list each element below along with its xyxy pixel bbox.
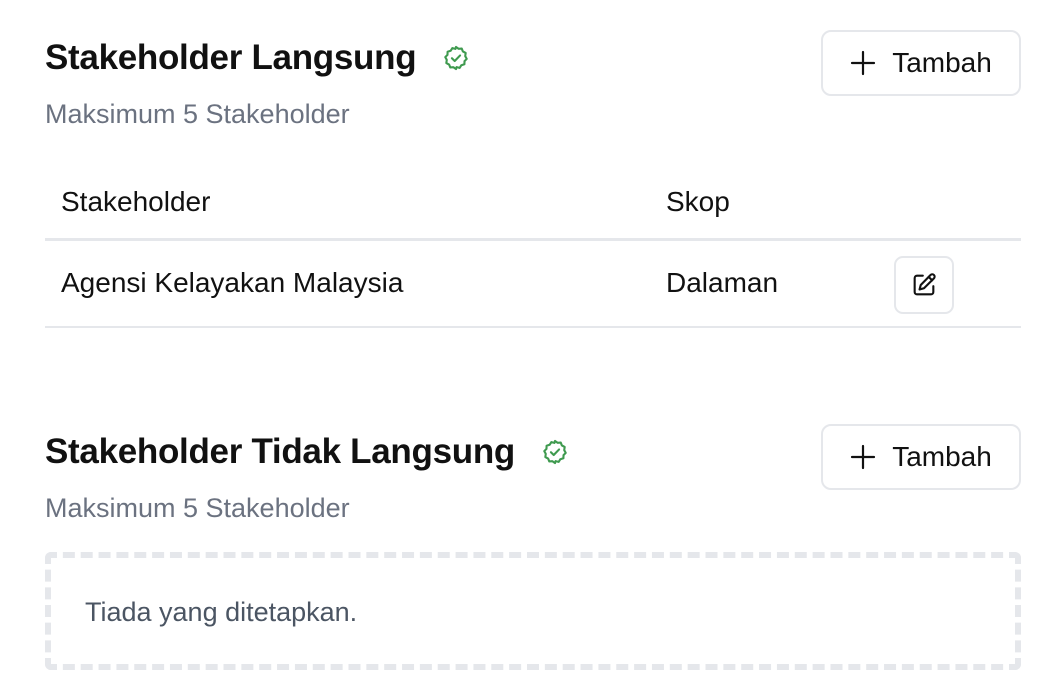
stakeholder-cell: Agensi Kelayakan Malaysia xyxy=(61,267,404,298)
section-title: Stakeholder Langsung xyxy=(45,38,417,77)
section-title: Stakeholder Tidak Langsung xyxy=(45,432,515,471)
title-row: Stakeholder Tidak Langsung xyxy=(45,432,569,472)
add-stakeholder-button[interactable]: Tambah xyxy=(821,424,1021,490)
section-header: Stakeholder Langsung Maksimum 5 Stakehol… xyxy=(45,30,1021,129)
section-subtitle: Maksimum 5 Stakeholder xyxy=(45,493,350,523)
title-row: Stakeholder Langsung xyxy=(45,38,470,78)
section-subtitle: Maksimum 5 Stakeholder xyxy=(45,99,350,129)
table-header: Stakeholder Skop xyxy=(45,170,1021,241)
section-header: Stakeholder Tidak Langsung Maksimum 5 St… xyxy=(45,424,1021,523)
column-header-skop: Skop xyxy=(666,186,730,217)
stakeholder-table: Stakeholder Skop Agensi Kelayakan Malays… xyxy=(45,170,1021,328)
plus-icon xyxy=(850,444,876,470)
edit-button[interactable] xyxy=(894,256,954,314)
add-button-label: Tambah xyxy=(892,47,992,78)
verified-badge-icon xyxy=(442,44,470,72)
skop-cell: Dalaman xyxy=(666,267,779,298)
direct-stakeholder-section: Stakeholder Langsung Maksimum 5 Stakehol… xyxy=(45,30,1021,328)
verified-badge-icon xyxy=(541,438,569,466)
plus-icon xyxy=(850,50,876,76)
indirect-stakeholder-section: Stakeholder Tidak Langsung Maksimum 5 St… xyxy=(45,424,1021,670)
add-stakeholder-button[interactable]: Tambah xyxy=(821,30,1021,96)
add-button-label: Tambah xyxy=(892,441,992,472)
column-header-stakeholder: Stakeholder xyxy=(61,186,211,217)
table-row: Agensi Kelayakan Malaysia Dalaman xyxy=(45,241,1021,328)
edit-icon xyxy=(910,271,938,299)
empty-state: Tiada yang ditetapkan. xyxy=(45,552,1021,670)
empty-state-text: Tiada yang ditetapkan. xyxy=(85,597,358,627)
